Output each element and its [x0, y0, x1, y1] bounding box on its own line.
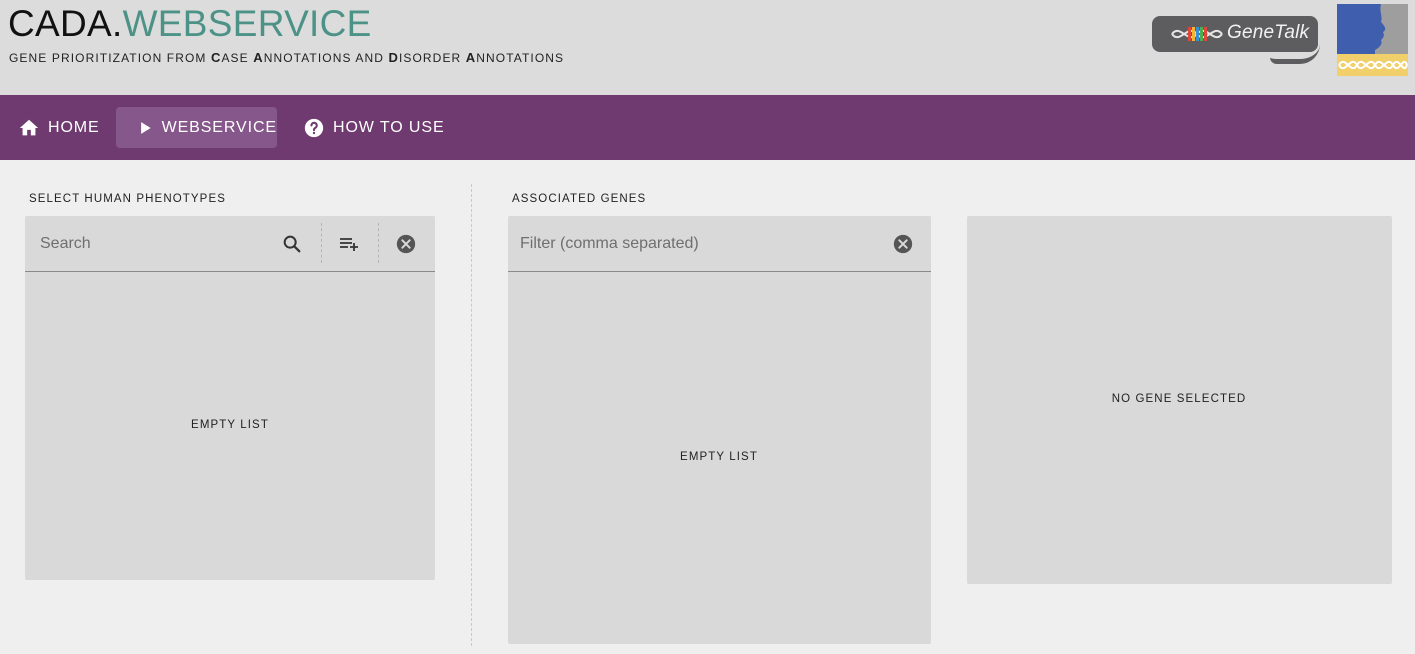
subtitle-text: AND — [351, 51, 389, 65]
genetalk-logo[interactable]: GeneTalk — [1152, 16, 1320, 64]
column-divider — [471, 184, 472, 646]
subtitle-initial: D — [388, 50, 399, 65]
genes-empty-text: EMPTY LIST — [680, 451, 758, 463]
genetalk-logo-tail — [1270, 44, 1320, 64]
app-subtitle: GENE PRIORITIZATION FROM CASE ANNOTATION… — [9, 50, 564, 65]
gene-filter-bar — [508, 216, 931, 272]
app-header: CADA.WEBSERVICE GENE PRIORITIZATION FROM… — [0, 0, 1415, 95]
home-icon — [19, 119, 39, 135]
gene-detail-panel: NO GENE SELECTED — [967, 216, 1392, 584]
toolbar-separator — [321, 223, 322, 263]
main-navbar: HOME WEBSERVICE HOW TO USE — [0, 95, 1415, 160]
nav-home-label: HOME — [48, 118, 100, 136]
close-circle-icon — [396, 234, 416, 254]
genetalk-logo-text: GeneTalk — [1227, 22, 1310, 43]
face-profile-logo[interactable] — [1337, 4, 1408, 76]
toolbar-separator — [378, 223, 379, 263]
gene-filter-input[interactable] — [520, 230, 880, 258]
app-title-part1: CADA. — [8, 3, 123, 44]
subtitle-initial: A — [465, 50, 477, 65]
subtitle-initial: C — [210, 50, 222, 65]
help-circle-icon — [304, 118, 324, 137]
search-icon — [283, 235, 301, 253]
nav-how-to-use[interactable]: HOW TO USE — [299, 107, 449, 148]
add-to-list-button[interactable] — [334, 229, 364, 259]
close-circle-icon — [893, 234, 913, 254]
nav-webservice[interactable]: WEBSERVICE — [116, 107, 277, 148]
phenotypes-section-label: SELECT HUMAN PHENOTYPES — [29, 193, 226, 205]
phenotypes-panel: EMPTY LIST — [25, 216, 435, 580]
clear-filter-button[interactable] — [888, 229, 918, 259]
nav-how-to-use-label: HOW TO USE — [333, 118, 445, 136]
phenotype-search-input[interactable] — [40, 230, 270, 258]
clear-search-button[interactable] — [391, 229, 421, 259]
nav-webservice-label: WEBSERVICE — [161, 118, 277, 136]
subtitle-text: NNOTATIONS — [263, 51, 352, 65]
dna-icon — [1171, 27, 1223, 41]
app-title-part2: WEBSERVICE — [122, 3, 372, 44]
app-title: CADA.WEBSERVICE — [8, 4, 372, 44]
playlist-add-icon — [340, 238, 358, 251]
subtitle-text: ISORDER — [398, 51, 462, 65]
nav-home[interactable]: HOME — [14, 107, 104, 148]
play-icon — [141, 121, 151, 134]
subtitle-initial: A — [253, 50, 264, 65]
phenotype-search-bar — [25, 216, 435, 272]
search-button[interactable] — [277, 229, 307, 259]
subtitle-text: GENE PRIORITIZATION FROM — [9, 51, 211, 65]
gene-detail-empty-text: NO GENE SELECTED — [1111, 393, 1247, 405]
subtitle-text: NNOTATIONS — [476, 51, 565, 65]
genes-section-label: ASSOCIATED GENES — [512, 193, 647, 205]
genes-panel: EMPTY LIST — [508, 216, 931, 644]
subtitle-text: ASE — [221, 51, 249, 65]
phenotypes-empty-text: EMPTY LIST — [191, 419, 269, 431]
